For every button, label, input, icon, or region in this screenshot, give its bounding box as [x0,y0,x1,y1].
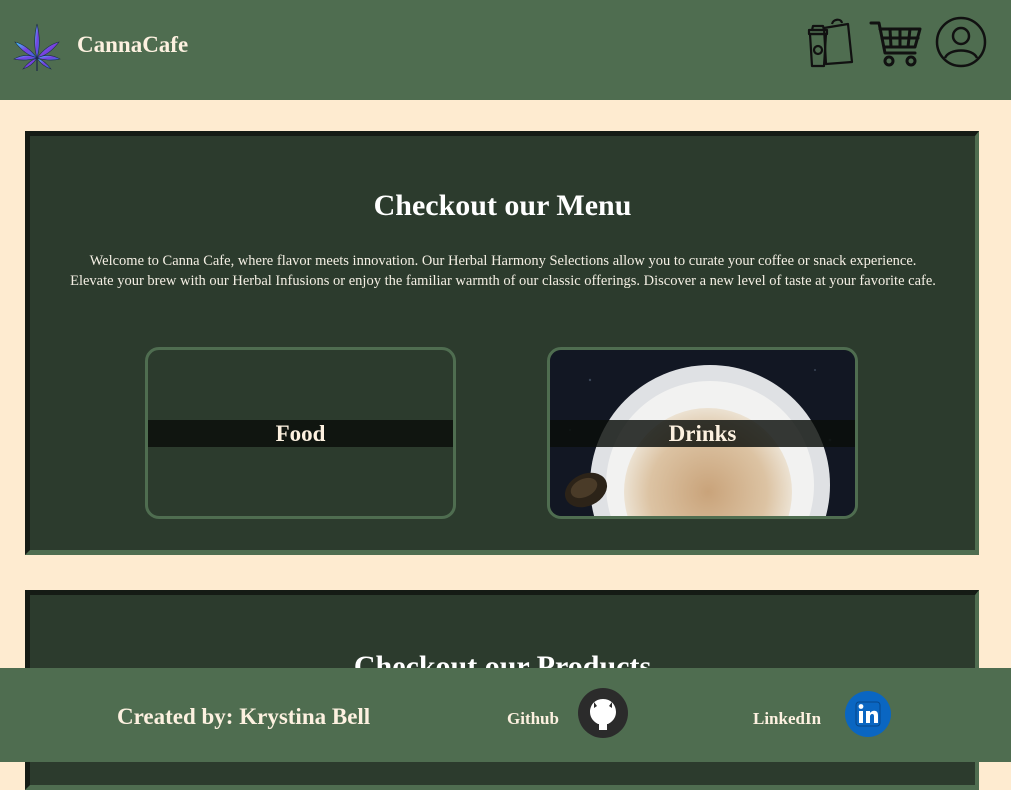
github-link[interactable]: Github [507,709,559,729]
shopping-cart-icon[interactable] [869,19,923,69]
brand-name[interactable]: CannaCafe [77,32,188,58]
drinks-card-label: Drinks [550,420,855,447]
user-account-icon[interactable] [935,16,987,68]
takeout-bag-icon[interactable] [806,18,856,68]
site-header: CannaCafe [0,0,1011,100]
food-card-label: Food [148,420,453,447]
drinks-category-card[interactable]: Drinks [547,347,858,519]
footer-credit: Created by: Krystina Bell [117,704,371,729]
food-category-card[interactable]: Food [145,347,456,519]
linkedin-icon[interactable] [845,691,891,742]
menu-section: Checkout our Menu Welcome to Canna Cafe,… [25,131,979,555]
menu-intro-text: Welcome to Canna Cafe, where flavor meet… [70,253,936,289]
github-icon[interactable] [578,688,628,743]
linkedin-link[interactable]: LinkedIn [753,709,821,729]
menu-section-title: Checkout our Menu [373,189,632,222]
site-footer: Created by: Krystina Bell Github LinkedI… [0,668,1011,762]
cannabis-leaf-logo-icon[interactable] [11,22,63,72]
